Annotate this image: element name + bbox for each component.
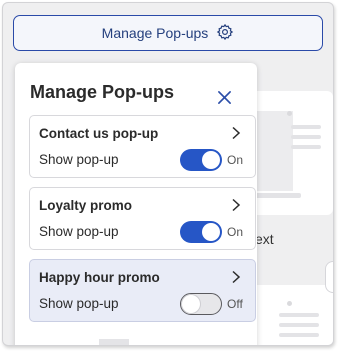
gear-icon bbox=[216, 23, 234, 44]
chevron-right-icon[interactable] bbox=[231, 198, 243, 212]
toggle-state-label: On bbox=[227, 153, 244, 167]
show-popup-label: Show pop-up bbox=[39, 296, 119, 311]
chevron-right-icon[interactable] bbox=[231, 126, 243, 140]
manage-popups-button-label: Manage Pop-ups bbox=[101, 25, 209, 41]
background-card-caption: ext bbox=[255, 231, 274, 247]
toggle-knob bbox=[202, 151, 220, 169]
toggle-state-label: Off bbox=[227, 297, 243, 311]
popup-item-contact-us[interactable]: Contact us pop-up Show pop-up On bbox=[29, 115, 256, 178]
app-window: Manage Pop-ups ext Manage Pop-ups Contac… bbox=[2, 2, 334, 346]
popup-item-name: Happy hour promo bbox=[39, 270, 160, 285]
manage-popups-panel: Manage Pop-ups Contact us pop-up Show po… bbox=[15, 63, 257, 345]
background-card bbox=[99, 339, 129, 345]
popup-item-name: Loyalty promo bbox=[39, 198, 133, 213]
show-popup-label: Show pop-up bbox=[39, 152, 119, 167]
popup-item-happy-hour-promo[interactable]: Happy hour promo Show pop-up Off bbox=[29, 259, 256, 322]
show-popup-toggle[interactable] bbox=[180, 293, 222, 315]
scroll-indicator bbox=[325, 261, 333, 293]
toggle-state-label: On bbox=[227, 225, 244, 239]
show-popup-toggle[interactable] bbox=[180, 149, 222, 171]
chevron-right-icon[interactable] bbox=[231, 270, 243, 284]
show-popup-label: Show pop-up bbox=[39, 224, 119, 239]
panel-title: Manage Pop-ups bbox=[30, 82, 175, 102]
toggle-knob bbox=[182, 295, 200, 313]
toggle-knob bbox=[202, 223, 220, 241]
popup-item-name: Contact us pop-up bbox=[39, 126, 159, 141]
manage-popups-button[interactable]: Manage Pop-ups bbox=[13, 15, 323, 51]
close-icon[interactable] bbox=[215, 88, 233, 106]
popup-item-loyalty-promo[interactable]: Loyalty promo Show pop-up On bbox=[29, 187, 256, 250]
show-popup-toggle[interactable] bbox=[180, 221, 222, 243]
